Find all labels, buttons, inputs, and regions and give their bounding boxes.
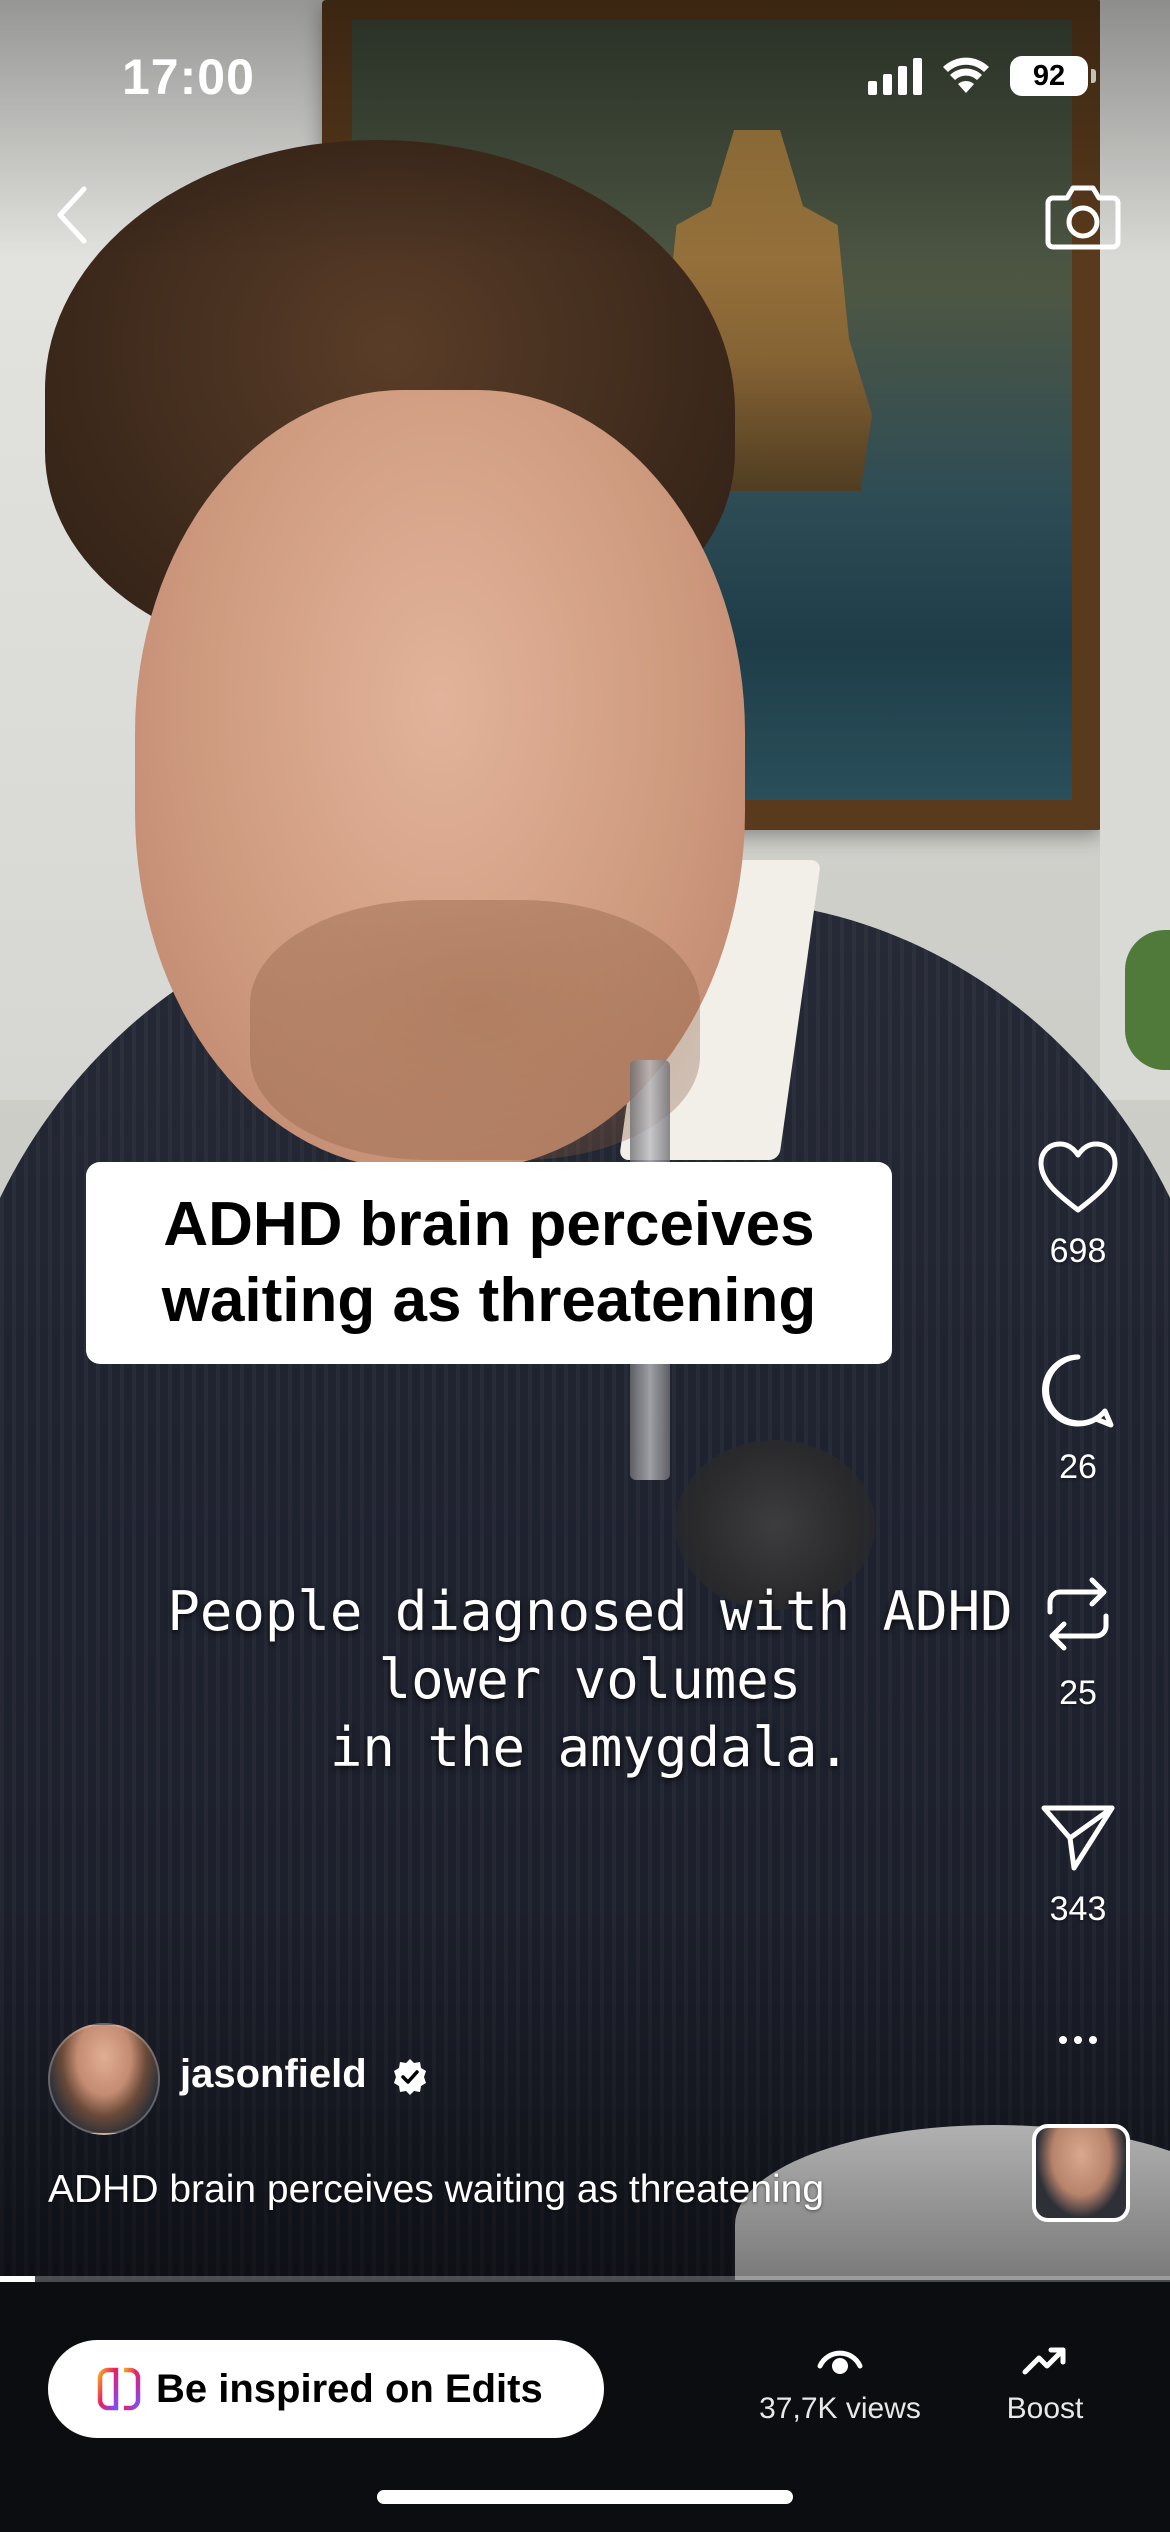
author-username[interactable]: jasonfield (180, 2052, 367, 2097)
video-subtitle: People diagnosed with ADHD lower volumes… (167, 1580, 1013, 1779)
trending-up-icon (1022, 2347, 1066, 2375)
signal-icon (868, 57, 922, 95)
camera-icon (1045, 185, 1121, 250)
more-icon-dot (1074, 2036, 1082, 2044)
back-button[interactable] (42, 180, 102, 250)
verified-badge-icon (394, 2059, 426, 2095)
status-icons: 92 (868, 56, 1096, 96)
share-action[interactable]: 343 (1018, 1800, 1138, 1929)
top-gradient (0, 0, 1170, 260)
more-options-button[interactable] (1048, 2020, 1108, 2060)
reels-screen: 17:00 92 ADHD brain perceives waiting as… (0, 0, 1170, 2532)
more-icon-dot (1089, 2036, 1097, 2044)
comment-count: 26 (1059, 1448, 1097, 1486)
status-time: 17:00 (122, 49, 255, 105)
share-count: 343 (1049, 1890, 1107, 1928)
video-plant (1125, 930, 1170, 1070)
views-label: 37,7K views (759, 2392, 921, 2425)
chevron-left-icon (57, 186, 87, 244)
headline-text: ADHD brain perceives waiting as threaten… (161, 1190, 817, 1335)
edits-button[interactable]: Be inspired on Edits (48, 2340, 604, 2438)
repost-count: 25 (1059, 1674, 1097, 1712)
edits-icon (97, 2367, 141, 2411)
post-caption[interactable]: ADHD brain perceives waiting as threaten… (48, 2168, 824, 2212)
bottom-gradient (0, 1900, 1170, 2280)
author-avatar[interactable] (48, 2023, 160, 2135)
headline-overlay: ADHD brain perceives waiting as threaten… (86, 1162, 892, 1364)
heart-icon[interactable] (1037, 1140, 1119, 1214)
battery-level: 92 (1032, 59, 1066, 92)
repost-icon[interactable] (1040, 1572, 1116, 1656)
views-icon (817, 2350, 863, 2374)
original-audio-thumbnail[interactable] (1032, 2124, 1130, 2222)
more-icon (1059, 2036, 1067, 2044)
comment-icon[interactable] (1039, 1352, 1117, 1430)
repost-action[interactable]: 25 (1018, 1572, 1138, 1713)
home-indicator[interactable] (377, 2490, 793, 2504)
like-action[interactable]: 698 (1018, 1140, 1138, 1271)
boost-button[interactable]: Boost (990, 2340, 1100, 2426)
edits-button-label: Be inspired on Edits (156, 2366, 543, 2411)
boost-label: Boost (1006, 2392, 1084, 2425)
send-icon[interactable] (1040, 1800, 1116, 1872)
views-button[interactable]: 37,7K views (740, 2340, 940, 2426)
wifi-icon (943, 57, 989, 93)
like-count: 698 (1049, 1232, 1107, 1270)
camera-button[interactable] (1038, 176, 1128, 256)
video-player[interactable] (0, 0, 1170, 2280)
battery-icon: 92 (1010, 56, 1096, 96)
comment-action[interactable]: 26 (1018, 1352, 1138, 1487)
